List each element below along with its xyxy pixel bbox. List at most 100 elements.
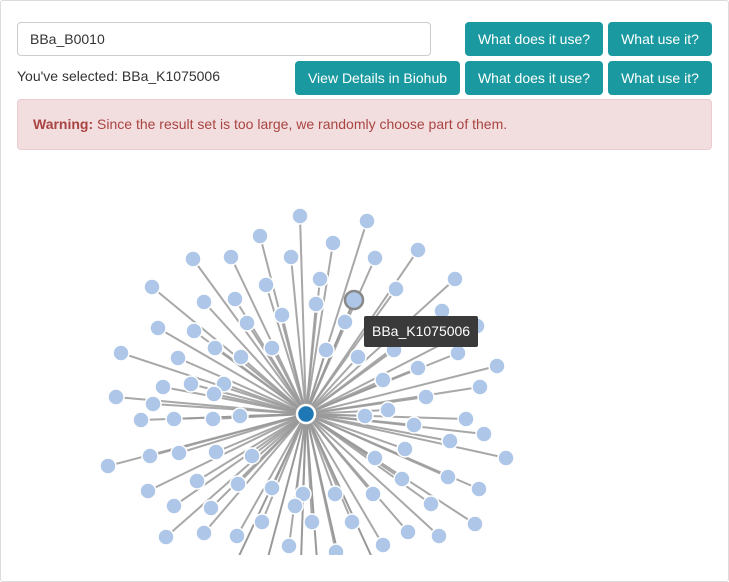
graph-node[interactable] — [439, 468, 457, 486]
graph-node[interactable] — [188, 472, 206, 490]
graph-node[interactable] — [366, 249, 384, 267]
graph-node[interactable] — [149, 319, 167, 337]
graph-node[interactable] — [358, 212, 376, 230]
graph-node[interactable] — [222, 248, 240, 266]
hovered-graph-node[interactable] — [343, 289, 365, 311]
graph-node[interactable] — [471, 378, 489, 396]
graph-node[interactable] — [99, 457, 117, 475]
graph-node[interactable] — [396, 440, 414, 458]
graph-node[interactable] — [204, 410, 222, 428]
graph-node[interactable] — [251, 227, 269, 245]
graph-node[interactable] — [475, 425, 493, 443]
graph-node[interactable] — [470, 480, 488, 498]
graph-node[interactable] — [441, 432, 459, 450]
graph-node[interactable] — [399, 523, 417, 541]
graph-node[interactable] — [165, 497, 183, 515]
graph-node[interactable] — [409, 241, 427, 259]
graph-node[interactable] — [393, 470, 411, 488]
node-tooltip: BBa_K1075006 — [364, 316, 479, 347]
warning-label: Warning: — [33, 116, 94, 132]
graph-node[interactable] — [282, 248, 300, 266]
graph-node[interactable] — [343, 513, 361, 531]
what-use-it-button[interactable]: What use it? — [608, 22, 712, 56]
graph-node[interactable] — [409, 359, 427, 377]
selected-what-does-it-use-button[interactable]: What does it use? — [465, 61, 603, 95]
graph-node[interactable] — [457, 410, 475, 428]
graph-nodes — [99, 207, 515, 555]
graph-node[interactable] — [374, 371, 392, 389]
graph-node[interactable] — [366, 449, 384, 467]
graph-node[interactable] — [379, 401, 397, 419]
graph-node[interactable] — [169, 349, 187, 367]
graph-node[interactable] — [466, 515, 484, 533]
what-does-it-use-button[interactable]: What does it use? — [465, 22, 603, 56]
selected-what-use-it-button[interactable]: What use it? — [608, 61, 712, 95]
graph-node[interactable] — [141, 447, 159, 465]
graph-node[interactable] — [139, 482, 157, 500]
graph-node[interactable] — [291, 207, 309, 225]
graph-node[interactable] — [144, 395, 162, 413]
graph-node[interactable] — [356, 407, 374, 425]
graph-node[interactable] — [349, 348, 367, 366]
graph-node[interactable] — [387, 280, 405, 298]
graph-node[interactable] — [326, 485, 344, 503]
graph-node[interactable] — [253, 513, 271, 531]
graph-node[interactable] — [422, 495, 440, 513]
graph-node[interactable] — [273, 306, 291, 324]
center-graph-node[interactable] — [295, 403, 317, 425]
graph-node[interactable] — [157, 528, 175, 546]
graph-edge — [305, 413, 440, 537]
graph-node[interactable] — [185, 322, 203, 340]
network-graph[interactable] — [0, 150, 727, 555]
graph-node[interactable] — [184, 250, 202, 268]
graph-node[interactable] — [165, 410, 183, 428]
graph-node[interactable] — [226, 290, 244, 308]
graph-node[interactable] — [374, 536, 392, 554]
graph-node[interactable] — [446, 270, 464, 288]
graph-node[interactable] — [327, 543, 345, 555]
graph-node[interactable] — [449, 344, 467, 362]
graph-node[interactable] — [280, 537, 298, 555]
graph-node[interactable] — [324, 234, 342, 252]
graph-node[interactable] — [336, 313, 354, 331]
graph-node[interactable] — [238, 314, 256, 332]
selected-part-name: BBa_K1075006 — [121, 68, 220, 84]
graph-node[interactable] — [257, 276, 275, 294]
graph-node[interactable] — [206, 339, 224, 357]
graph-node[interactable] — [364, 485, 382, 503]
view-details-button[interactable]: View Details in Biohub — [295, 61, 460, 95]
graph-node[interactable] — [263, 339, 281, 357]
graph-node[interactable] — [488, 357, 506, 375]
graph-node[interactable] — [182, 375, 200, 393]
graph-node[interactable] — [195, 293, 213, 311]
graph-node[interactable] — [263, 479, 281, 497]
graph-edge — [305, 413, 372, 555]
graph-node[interactable] — [430, 527, 448, 545]
graph-node[interactable] — [205, 385, 223, 403]
warning-message: Since the result set is too large, we ra… — [93, 116, 508, 132]
graph-node[interactable] — [311, 270, 329, 288]
selection-text: You've selected: BBa_K1075006 — [17, 68, 220, 84]
graph-node[interactable] — [195, 524, 213, 542]
graph-node[interactable] — [307, 295, 325, 313]
graph-node[interactable] — [243, 447, 261, 465]
graph-node[interactable] — [107, 388, 125, 406]
graph-node[interactable] — [202, 499, 220, 517]
graph-node[interactable] — [143, 278, 161, 296]
graph-node[interactable] — [232, 348, 250, 366]
graph-node[interactable] — [405, 416, 423, 434]
graph-node[interactable] — [154, 378, 172, 396]
graph-node[interactable] — [132, 411, 150, 429]
graph-node[interactable] — [286, 497, 304, 515]
graph-node[interactable] — [417, 388, 435, 406]
graph-node[interactable] — [207, 443, 225, 461]
graph-node[interactable] — [303, 513, 321, 531]
graph-node[interactable] — [231, 407, 249, 425]
graph-node[interactable] — [228, 527, 246, 545]
graph-node[interactable] — [229, 475, 247, 493]
part-search-input[interactable] — [17, 22, 431, 56]
graph-node[interactable] — [497, 449, 515, 467]
graph-node[interactable] — [112, 344, 130, 362]
graph-node[interactable] — [317, 341, 335, 359]
graph-node[interactable] — [170, 444, 188, 462]
